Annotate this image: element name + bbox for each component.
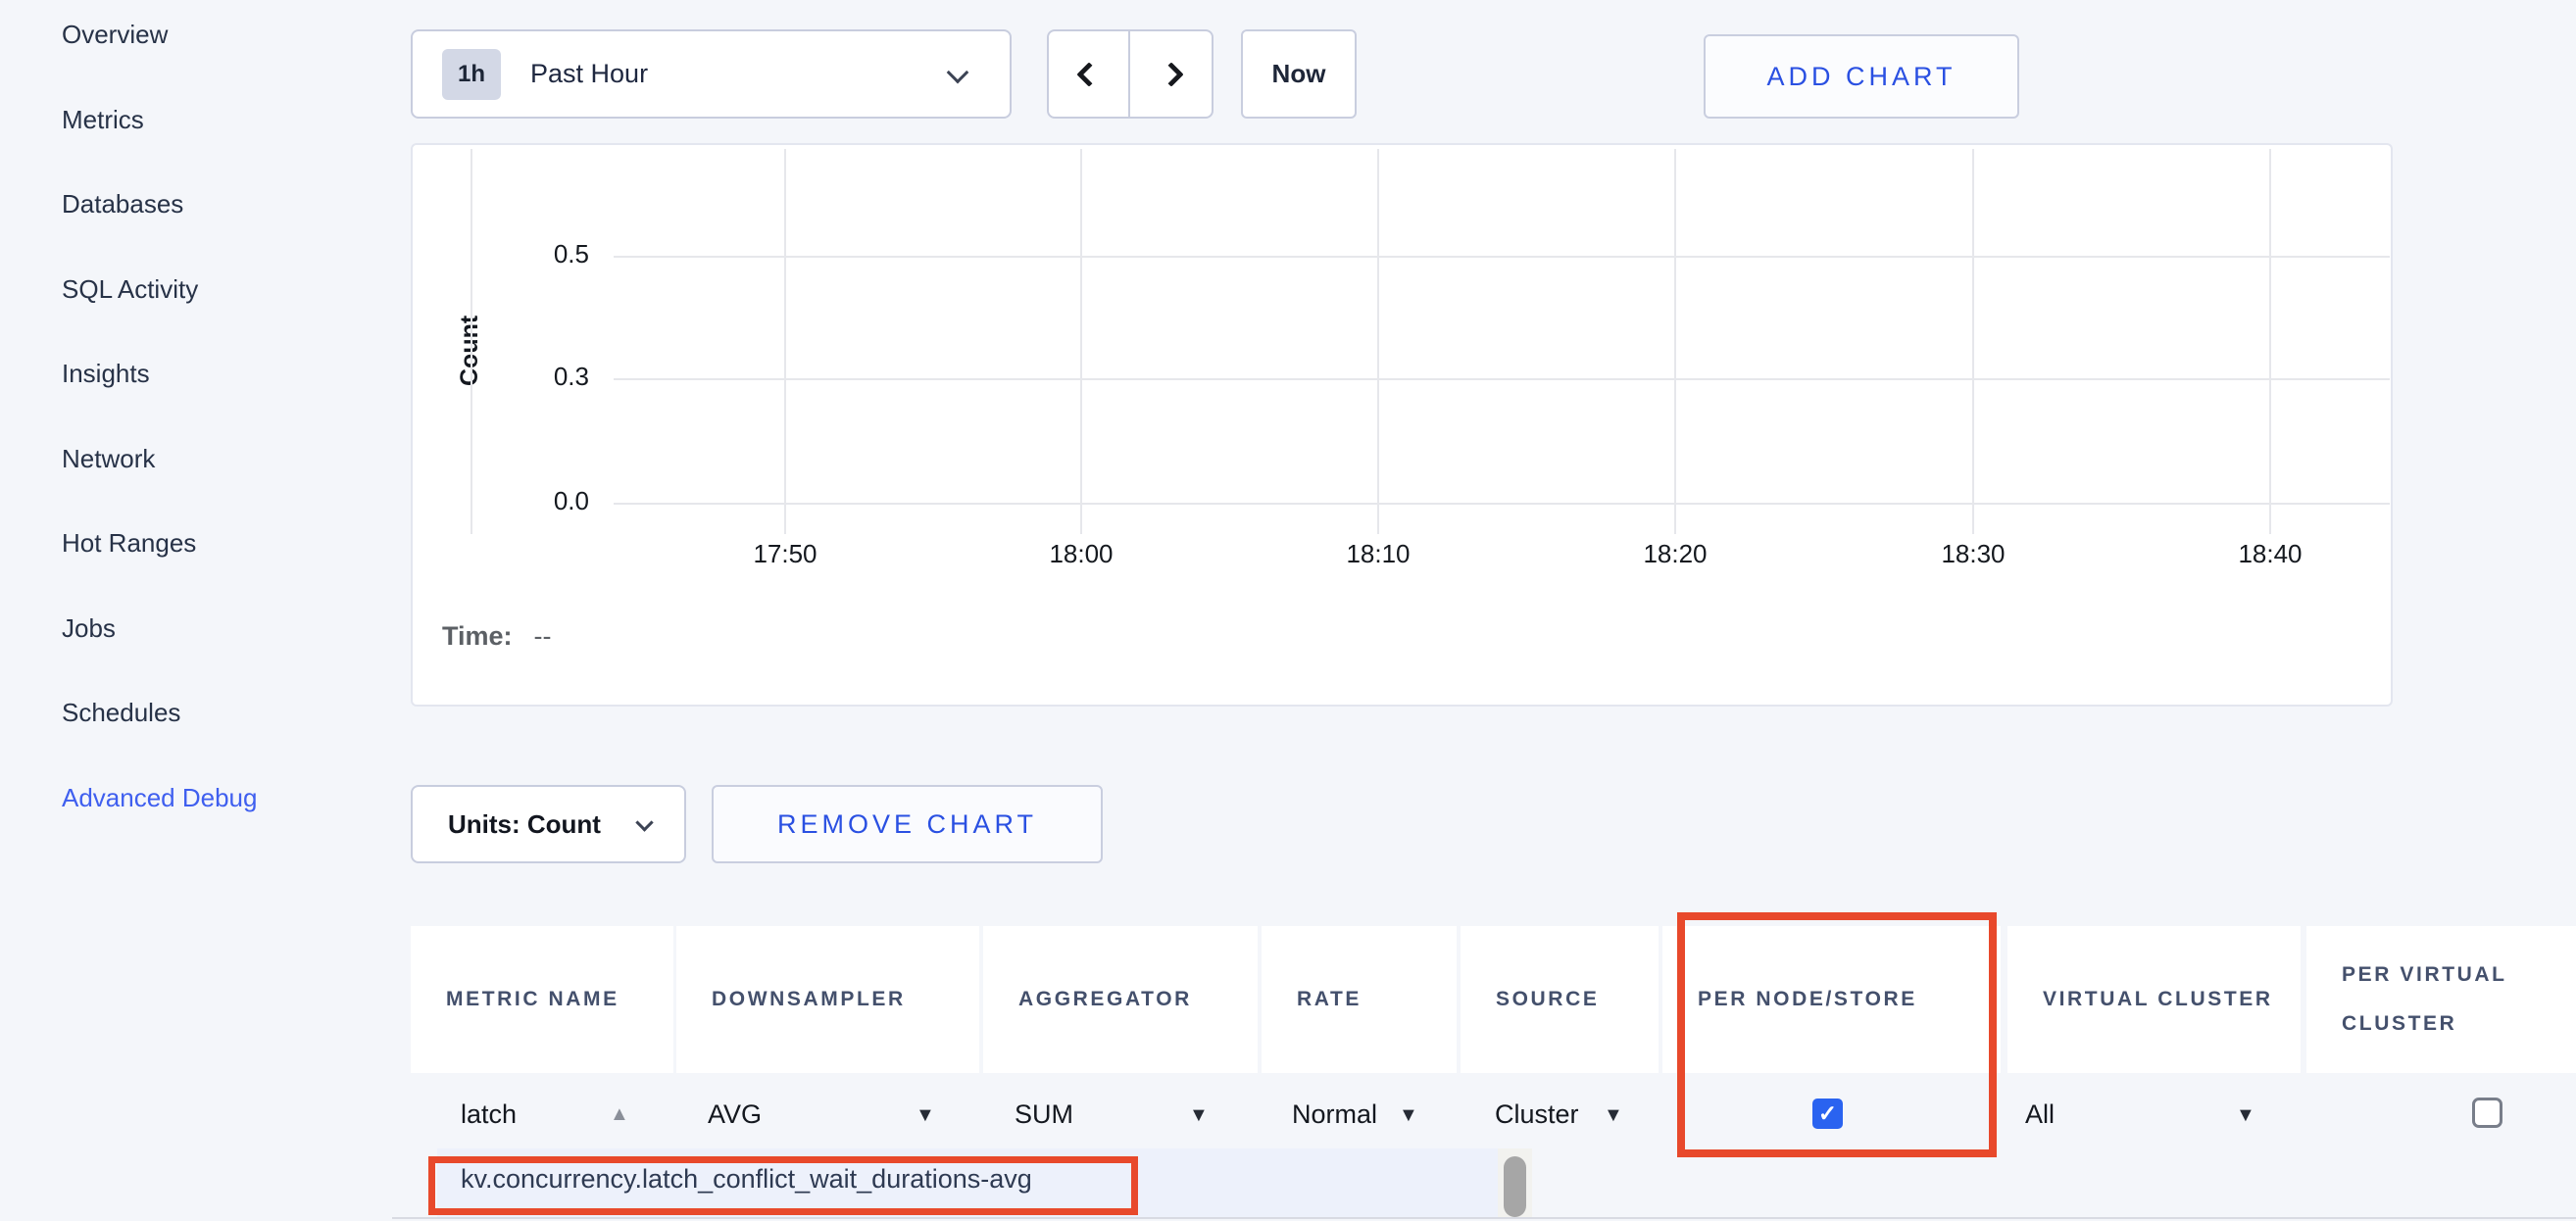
caret-down-icon[interactable]: ▼	[1189, 1104, 1209, 1127]
h-gridline	[614, 256, 2390, 258]
per-node-store-checkbox[interactable]: ✓	[1812, 1099, 1843, 1129]
x-tick-1840: 18:40	[2202, 539, 2339, 569]
col-header-virtual-cluster: VIRTUAL CLUSTER	[2007, 926, 2301, 1073]
x-tick-1810: 18:10	[1310, 539, 1447, 569]
chevron-down-icon	[635, 813, 653, 831]
v-gridline	[471, 149, 472, 534]
v-gridline	[1972, 149, 1974, 534]
per-virtual-cluster-checkbox[interactable]	[2472, 1098, 2502, 1128]
rate-select[interactable]: Normal	[1292, 1099, 1377, 1130]
downsampler-select[interactable]: AVG	[708, 1099, 762, 1130]
sort-up-caret-icon[interactable]: ▲	[610, 1103, 629, 1126]
sidebar-item-schedules[interactable]: Schedules	[62, 698, 180, 739]
x-tick-1800: 18:00	[1013, 539, 1150, 569]
metric-suggestions-dropdown: kv.concurrency.latch_conflict_wait_durat…	[437, 1148, 1532, 1217]
caret-down-icon[interactable]: ▼	[916, 1104, 935, 1127]
col-header-per-virtual-cluster: PER VIRTUAL CLUSTER	[2306, 926, 2576, 1073]
x-tick-1820: 18:20	[1607, 539, 1744, 569]
x-tick-1830: 18:30	[1905, 539, 2042, 569]
sidebar-item-network[interactable]: Network	[62, 444, 155, 485]
col-header-downsampler: DOWNSAMPLER	[676, 926, 979, 1073]
col-header-rate: RATE	[1262, 926, 1457, 1073]
sidebar-item-hot-ranges[interactable]: Hot Ranges	[62, 528, 196, 569]
time-range-badge: 1h	[442, 49, 501, 100]
advanced-debug-custom-chart-page: Overview Metrics Databases SQL Activity …	[0, 0, 2576, 1221]
sidebar-item-advanced-debug[interactable]: Advanced Debug	[62, 783, 257, 824]
add-chart-button[interactable]: ADD CHART	[1704, 34, 2019, 119]
chevron-right-icon	[1159, 62, 1183, 86]
next-time-button[interactable]	[1130, 31, 1212, 117]
y-tick-0.0: 0.0	[491, 486, 589, 516]
remove-chart-button[interactable]: REMOVE CHART	[712, 785, 1103, 863]
metric-name-input[interactable]: latch	[461, 1099, 517, 1130]
y-tick-0.5: 0.5	[491, 239, 589, 269]
col-header-aggregator: AGGREGATOR	[983, 926, 1258, 1073]
time-readout: Time: --	[442, 621, 552, 652]
caret-down-icon[interactable]: ▼	[1399, 1104, 1418, 1127]
sidebar-item-sql-activity[interactable]: SQL Activity	[62, 274, 198, 316]
chevron-left-icon	[1076, 62, 1101, 86]
chevron-down-icon	[947, 62, 969, 84]
time-readout-value: --	[534, 621, 552, 651]
time-range-label: Past Hour	[530, 59, 648, 89]
caret-down-icon[interactable]: ▼	[2236, 1104, 2255, 1127]
caret-down-icon[interactable]: ▼	[1604, 1104, 1623, 1127]
chart-card: Count 0.5 0.3 0.0 17:50 18:00 18:10 18:2…	[411, 143, 2393, 707]
aggregator-select[interactable]: SUM	[1015, 1099, 1073, 1130]
v-gridline	[2269, 149, 2271, 534]
time-range-select[interactable]: 1h Past Hour	[411, 29, 1012, 119]
x-tick-1750: 17:50	[717, 539, 854, 569]
dropdown-scrollbar-thumb[interactable]	[1504, 1156, 1526, 1217]
units-select[interactable]: Units: Count	[411, 785, 686, 863]
sidebar-item-metrics[interactable]: Metrics	[62, 105, 144, 146]
v-gridline	[1080, 149, 1082, 534]
y-tick-0.3: 0.3	[491, 362, 589, 392]
h-gridline	[614, 378, 2390, 380]
col-header-source: SOURCE	[1461, 926, 1659, 1073]
now-button[interactable]: Now	[1241, 29, 1357, 119]
sidebar-item-databases[interactable]: Databases	[62, 189, 183, 230]
v-gridline	[784, 149, 786, 534]
virtual-cluster-select[interactable]: All	[2025, 1099, 2055, 1130]
section-divider	[392, 1217, 2576, 1219]
v-gridline	[1377, 149, 1379, 534]
col-header-metric-name: METRIC NAME	[411, 926, 673, 1073]
checkmark-icon: ✓	[1818, 1100, 1837, 1127]
source-select[interactable]: Cluster	[1495, 1099, 1579, 1130]
v-gridline	[1674, 149, 1676, 534]
prev-time-button[interactable]	[1049, 31, 1130, 117]
time-pager	[1047, 29, 1214, 119]
sidebar-item-insights[interactable]: Insights	[62, 359, 150, 400]
sidebar-item-jobs[interactable]: Jobs	[62, 613, 116, 655]
units-select-label: Units: Count	[448, 809, 601, 840]
col-header-per-node-store: PER NODE/STORE	[1662, 926, 2001, 1073]
time-readout-label: Time:	[442, 621, 513, 651]
metric-suggestion-item[interactable]: kv.concurrency.latch_conflict_wait_durat…	[461, 1164, 1032, 1195]
h-gridline	[614, 503, 2390, 505]
sidebar-item-overview[interactable]: Overview	[62, 20, 168, 61]
